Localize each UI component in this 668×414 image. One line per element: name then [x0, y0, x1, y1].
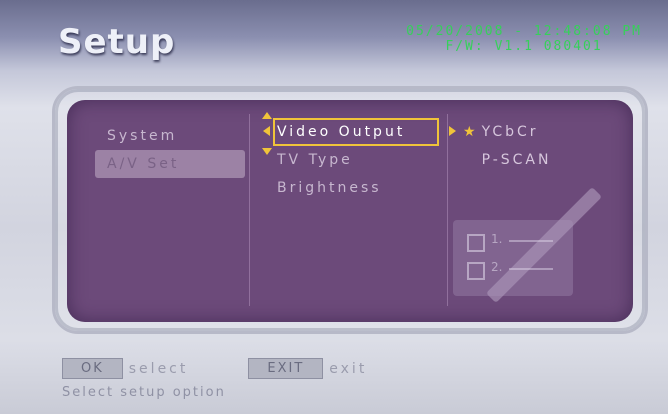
- firmware-text: F/W: V1.1 080401: [445, 39, 603, 54]
- category-menu: System A/V Set: [95, 122, 247, 178]
- ok-button[interactable]: OK: [62, 358, 123, 379]
- checklist-line: [509, 240, 553, 242]
- down-arrow-icon: [262, 148, 272, 155]
- column-divider: [447, 114, 448, 306]
- column-divider: [249, 114, 250, 306]
- menu-item-av-set[interactable]: A/V Set: [95, 150, 245, 178]
- option-label: YCbCr: [481, 124, 539, 140]
- ok-action-label: select: [128, 360, 189, 377]
- menu-item-label: System: [107, 128, 178, 144]
- menu-item-label: Brightness: [277, 180, 382, 196]
- datetime-text: 05/20/2008 - 12:48:08 PM: [406, 24, 642, 39]
- page-title: Setup: [58, 22, 176, 62]
- settings-menu: Video Output TV Type Brightness: [273, 118, 447, 202]
- menu-item-video-output[interactable]: Video Output: [273, 118, 439, 146]
- star-icon: ★: [463, 124, 476, 140]
- checklist-line: [509, 268, 553, 270]
- checkbox-checked-icon: [467, 262, 485, 280]
- datetime-display: 05/20/2008 - 12:48:08 PM F/W: V1.1 08040…: [406, 24, 642, 54]
- menu-item-label: A/V Set: [107, 156, 180, 172]
- checklist-item-2: 2.: [491, 260, 503, 274]
- option-label: P-SCAN: [481, 152, 552, 168]
- option-ycbcr[interactable]: ★ YCbCr: [463, 118, 623, 146]
- menu-item-system[interactable]: System: [107, 122, 247, 150]
- footer-buttons: OK select EXIT exit: [62, 358, 367, 379]
- checkbox-icon: [467, 234, 485, 252]
- checklist-icon: 1. 2.: [453, 220, 573, 296]
- checklist-item-1: 1.: [491, 232, 503, 246]
- help-text: Select setup option: [62, 385, 226, 400]
- option-p-scan[interactable]: ★P-SCAN: [463, 146, 623, 174]
- menu-item-tv-type[interactable]: TV Type: [277, 146, 447, 174]
- right-arrow-icon: [449, 126, 456, 136]
- menu-item-brightness[interactable]: Brightness: [277, 174, 447, 202]
- footer: OK select EXIT exit Select setup option: [62, 358, 367, 400]
- menu-panel: System A/V Set Video Output TV Type Brig…: [67, 100, 633, 322]
- options-menu: ★ YCbCr ★P-SCAN: [463, 118, 623, 174]
- left-arrow-icon: [263, 126, 270, 136]
- menu-item-label: TV Type: [277, 152, 353, 168]
- up-arrow-icon: [262, 112, 272, 119]
- exit-button[interactable]: EXIT: [248, 358, 324, 379]
- exit-action-label: exit: [329, 360, 368, 377]
- menu-item-label: Video Output: [277, 124, 406, 140]
